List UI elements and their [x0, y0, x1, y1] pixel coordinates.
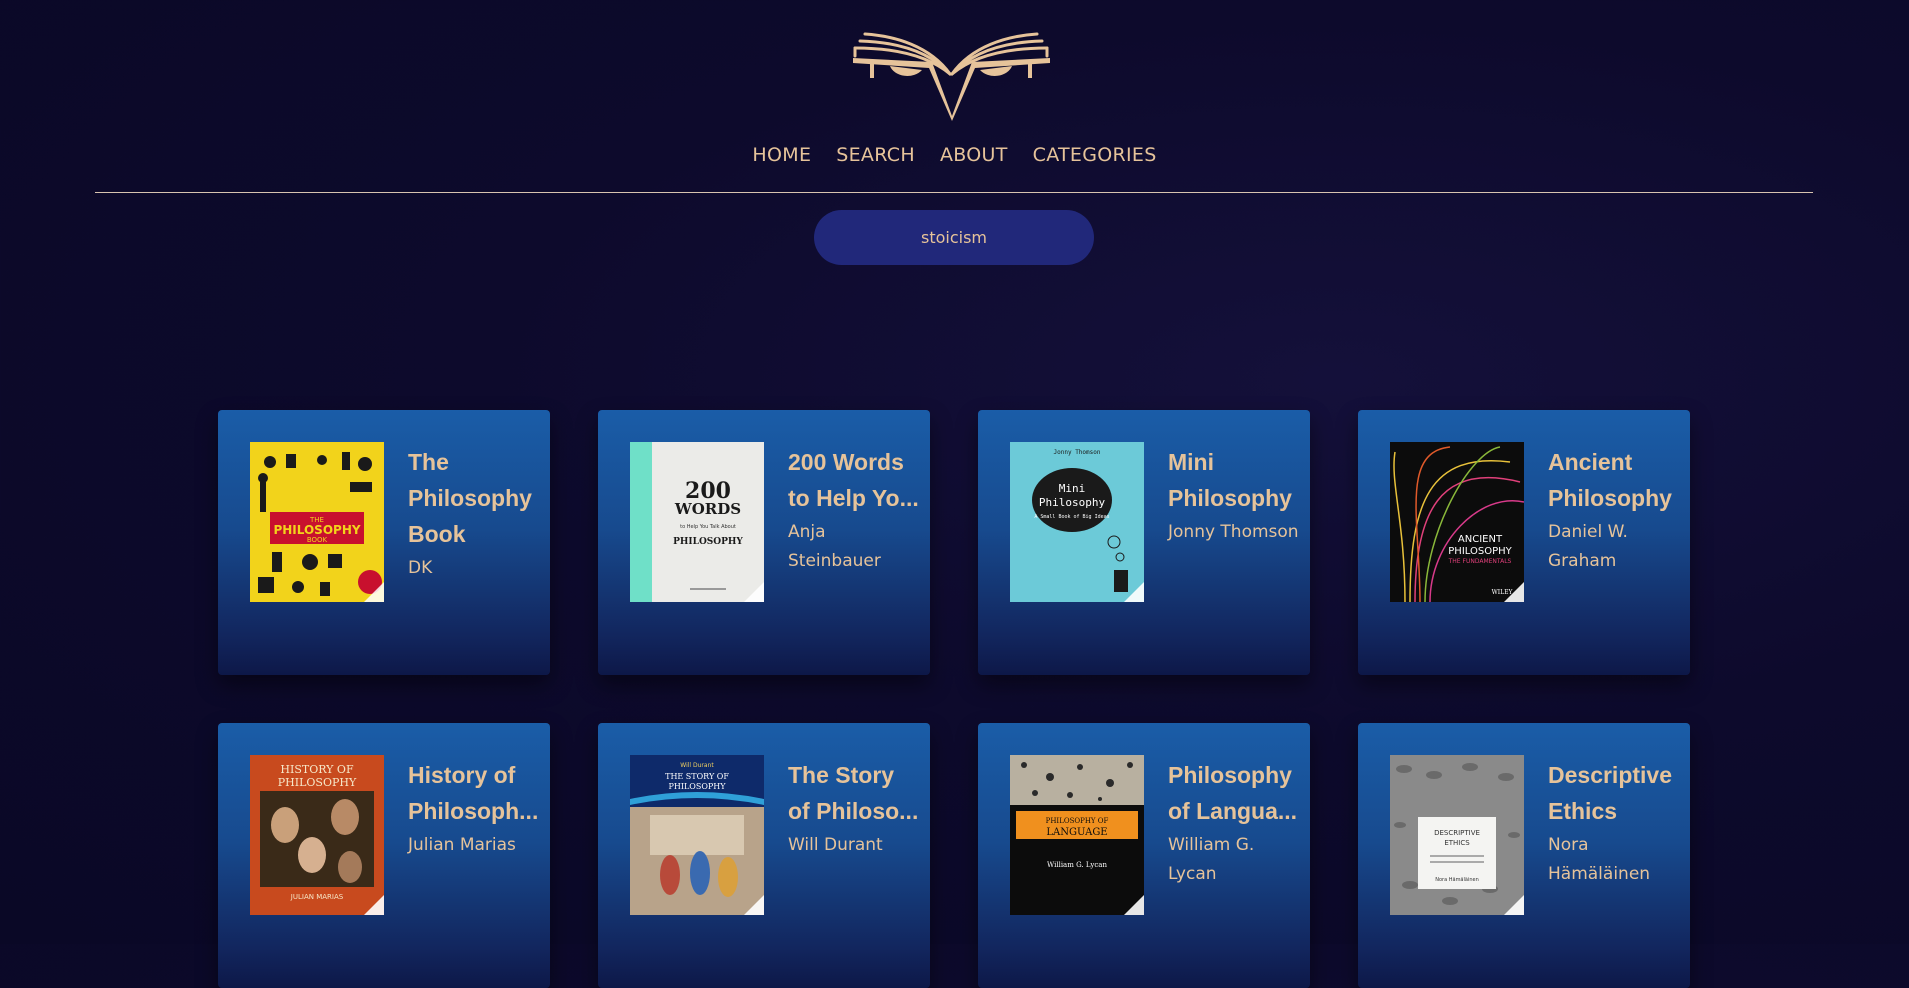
nav-about-link[interactable]: ABOUT	[940, 144, 1008, 166]
svg-text:JULIAN MARIAS: JULIAN MARIAS	[290, 893, 344, 901]
svg-text:PHILOSOPHY: PHILOSOPHY	[668, 782, 726, 791]
book-cover-image: 200 WORDS to Help You Talk About PHILOSO…	[630, 442, 764, 602]
svg-text:to Help You Talk About: to Help You Talk About	[680, 524, 736, 530]
book-author: DK	[408, 558, 433, 578]
book-cover-image: Jonny Thomson Mini Philosophy A Small Bo…	[1010, 442, 1144, 602]
svg-text:DESCRIPTIVE: DESCRIPTIVE	[1434, 829, 1480, 837]
book-title[interactable]: History of Philosoph...	[408, 757, 540, 829]
book-cover-image: Will Durant THE STORY OF PHILOSOPHY	[630, 755, 764, 915]
book-author: Jonny Thomson	[1168, 522, 1299, 542]
search-query-pill[interactable]: stoicism	[814, 210, 1094, 265]
book-grid: THE PHILOSOPHY BOOK The Philosophy Book …	[218, 410, 1690, 988]
header-divider	[95, 192, 1813, 193]
svg-text:Philosophy: Philosophy	[1039, 496, 1106, 509]
svg-text:BOOK: BOOK	[307, 536, 328, 544]
book-card[interactable]: PHILOSOPHY OF LANGUAGE William G. Lycan …	[978, 723, 1310, 988]
book-card[interactable]: Jonny Thomson Mini Philosophy A Small Bo…	[978, 410, 1310, 675]
nav-search-link[interactable]: SEARCH	[836, 144, 915, 166]
svg-text:PHILOSOPHY OF: PHILOSOPHY OF	[1046, 817, 1109, 825]
svg-text:THE STORY OF: THE STORY OF	[665, 772, 729, 781]
book-card[interactable]: ANCIENT PHILOSOPHY THE FUNDAMENTALS WILE…	[1358, 410, 1690, 675]
book-title[interactable]: Mini Philosophy	[1168, 444, 1300, 516]
book-author: Will Durant	[788, 835, 883, 855]
svg-text:PHILOSOPHY: PHILOSOPHY	[273, 523, 360, 537]
book-card[interactable]: THE PHILOSOPHY BOOK The Philosophy Book …	[218, 410, 550, 675]
book-card[interactable]: HISTORY OF PHILOSOPHY JULIAN MARIAS Hist…	[218, 723, 550, 988]
svg-text:WILEY: WILEY	[1492, 589, 1514, 596]
svg-text:A Small Book of Big Ideas: A Small Book of Big Ideas	[1034, 514, 1109, 520]
svg-text:PHILOSOPHY: PHILOSOPHY	[673, 537, 743, 547]
book-title[interactable]: 200 Words to Help Yo...	[788, 444, 920, 516]
search-query-text: stoicism	[920, 228, 987, 247]
open-book-logo-icon	[853, 32, 1050, 121]
book-card[interactable]: Will Durant THE STORY OF PHILOSOPHY The …	[598, 723, 930, 988]
book-author: Anja Steinbauer	[788, 522, 881, 571]
book-cover-image: HISTORY OF PHILOSOPHY JULIAN MARIAS	[250, 755, 384, 915]
book-card[interactable]: DESCRIPTIVE ETHICS Nora Hämäläinen Descr…	[1358, 723, 1690, 988]
site-logo[interactable]	[850, 26, 1055, 121]
book-author: Julian Marias	[408, 835, 516, 855]
book-author: William G. Lycan	[1168, 835, 1255, 884]
book-author: Daniel W. Graham	[1548, 522, 1628, 571]
svg-text:Nora Hämäläinen: Nora Hämäläinen	[1435, 877, 1479, 883]
book-title[interactable]: Philosophy of Langua...	[1168, 757, 1300, 829]
svg-text:Will Durant: Will Durant	[680, 762, 714, 769]
nav-categories-link[interactable]: CATEGORIES	[1033, 144, 1157, 166]
book-cover-image: DESCRIPTIVE ETHICS Nora Hämäläinen	[1390, 755, 1524, 915]
svg-text:ETHICS: ETHICS	[1444, 839, 1470, 847]
svg-text:PHILOSOPHY: PHILOSOPHY	[278, 776, 357, 789]
book-title[interactable]: The Story of Philoso...	[788, 757, 920, 829]
book-title[interactable]: Ancient Philosophy	[1548, 444, 1680, 516]
book-cover-image: PHILOSOPHY OF LANGUAGE William G. Lycan	[1010, 755, 1144, 915]
svg-text:Mini: Mini	[1059, 482, 1086, 495]
svg-text:LANGUAGE: LANGUAGE	[1046, 827, 1107, 838]
svg-text:Jonny Thomson: Jonny Thomson	[1054, 449, 1101, 456]
book-author: Nora Hämäläinen	[1548, 835, 1651, 884]
svg-text:ANCIENT: ANCIENT	[1458, 534, 1503, 545]
svg-text:William G. Lycan: William G. Lycan	[1047, 861, 1107, 869]
book-title[interactable]: Descriptive Ethics	[1548, 757, 1680, 829]
main-nav: HOME SEARCH ABOUT CATEGORIES	[0, 144, 1909, 166]
book-title[interactable]: The Philosophy Book	[408, 444, 540, 552]
svg-text:PHILOSOPHY: PHILOSOPHY	[1448, 546, 1512, 557]
nav-home-link[interactable]: HOME	[752, 144, 811, 166]
svg-text:HISTORY OF: HISTORY OF	[280, 763, 354, 776]
svg-text:THE FUNDAMENTALS: THE FUNDAMENTALS	[1448, 558, 1512, 565]
book-card[interactable]: 200 WORDS to Help You Talk About PHILOSO…	[598, 410, 930, 675]
svg-text:WORDS: WORDS	[674, 500, 741, 518]
book-cover-image: THE PHILOSOPHY BOOK	[250, 442, 384, 602]
book-cover-image: ANCIENT PHILOSOPHY THE FUNDAMENTALS WILE…	[1390, 442, 1524, 602]
